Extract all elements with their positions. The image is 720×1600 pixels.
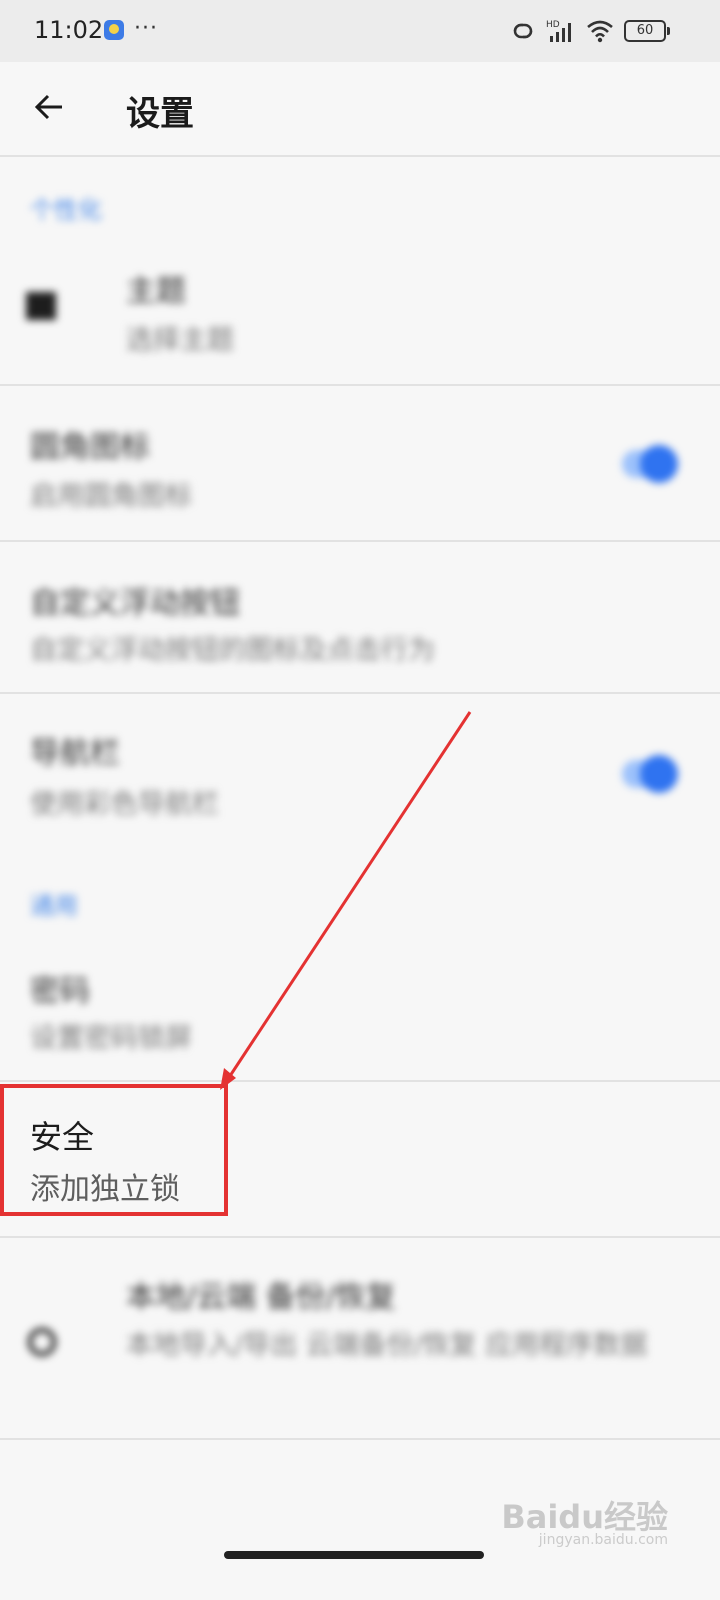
watermark-url: jingyan.baidu.com [538,1532,668,1548]
settings-screen: 11:02 ··· HD 60 设置 个性化 主题 选择主题 圆角图标 启用圆角… [0,0,720,1600]
annotation-arrow [220,711,472,1090]
gesture-navigation-bar[interactable] [224,1551,484,1559]
